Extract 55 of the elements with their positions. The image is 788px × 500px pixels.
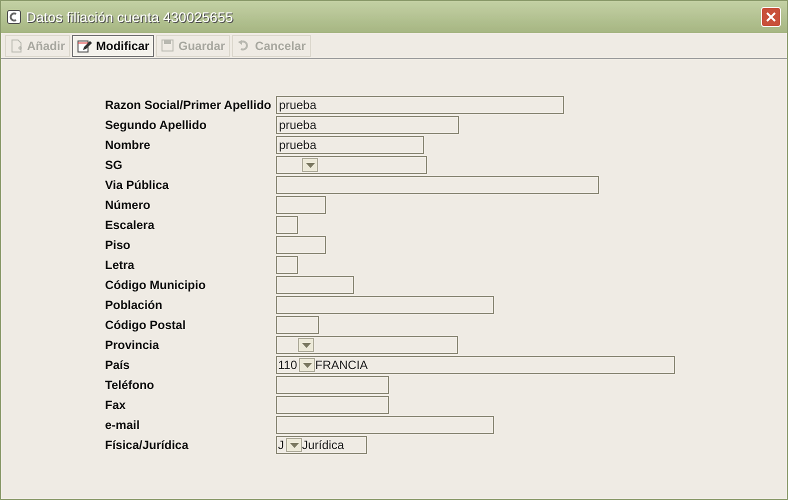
field-label: Código Postal <box>105 317 187 334</box>
window-title: Datos filiación cuenta 430025655 <box>26 8 234 26</box>
input-field[interactable] <box>276 296 494 314</box>
input-field[interactable]: prueba <box>276 136 424 154</box>
field-label: Fax <box>105 397 127 414</box>
field-label: Física/Jurídica <box>105 437 190 454</box>
input-field[interactable] <box>276 276 354 294</box>
input-field[interactable] <box>276 236 326 254</box>
close-button[interactable] <box>761 7 781 27</box>
input-field[interactable] <box>276 196 326 214</box>
code-text: 110 <box>278 357 298 374</box>
combo-box[interactable]: 110 FRANCIA <box>276 356 675 374</box>
close-icon <box>766 12 776 22</box>
field-label: Número <box>105 197 152 214</box>
combo-box[interactable] <box>276 156 427 174</box>
field-label: País <box>105 357 131 374</box>
input-field[interactable]: prueba <box>276 96 564 114</box>
field-label: Código Municipio <box>105 277 207 294</box>
field-label: Piso <box>105 237 132 254</box>
field-label: Letra <box>105 257 136 274</box>
description-text: FRANCIA <box>315 357 368 374</box>
field-label: SG <box>105 157 124 174</box>
field-label: Razon Social/Primer Apellido <box>105 97 272 114</box>
dropdown-button[interactable] <box>299 358 316 372</box>
field-label: Nombre <box>105 137 152 154</box>
input-field[interactable] <box>276 416 494 434</box>
code-text: J <box>278 437 284 454</box>
field-label: Población <box>105 297 164 314</box>
input-field[interactable] <box>276 396 389 414</box>
combo-box[interactable]: J Jurídica <box>276 436 367 454</box>
app-icon <box>7 10 21 24</box>
pencil-icon <box>77 38 92 52</box>
input-field[interactable] <box>276 376 389 394</box>
input-field[interactable] <box>276 316 319 334</box>
caret-icon <box>290 442 298 448</box>
input-field[interactable] <box>276 256 298 274</box>
caret-icon <box>306 162 314 168</box>
dropdown-button[interactable] <box>298 338 314 352</box>
combo-box[interactable] <box>276 336 458 354</box>
input-field[interactable] <box>276 176 599 194</box>
input-field[interactable] <box>276 216 298 234</box>
description-text: Jurídica <box>302 437 344 454</box>
toolbar-button[interactable]: Modificar <box>72 34 154 56</box>
caret-icon <box>302 362 312 368</box>
dropdown-button[interactable] <box>286 438 302 452</box>
input-field[interactable]: prueba <box>276 116 459 134</box>
field-label: Teléfono <box>105 377 156 394</box>
dropdown-button[interactable] <box>302 158 318 172</box>
field-label: e-mail <box>105 417 141 434</box>
field-label: Segundo Apellido <box>105 117 208 134</box>
document-icon <box>10 38 23 52</box>
field-label: Escalera <box>105 217 156 234</box>
field-label: Via Pública <box>105 177 170 194</box>
caret-icon <box>302 342 310 348</box>
field-label: Provincia <box>105 337 160 354</box>
